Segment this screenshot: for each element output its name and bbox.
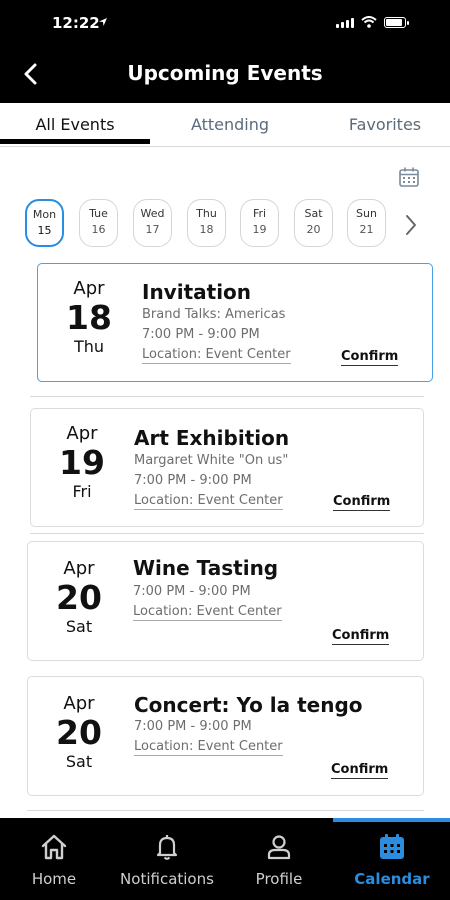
day-name: Sun [356, 207, 377, 220]
tab-attending[interactable]: Attending [150, 103, 310, 147]
day-name: Thu [196, 207, 217, 220]
status-bar: 12:22 [0, 0, 450, 45]
day-number: 18 [199, 223, 214, 236]
confirm-button[interactable]: Confirm [333, 494, 391, 511]
event-time: 7:00 PM - 9:00 PM [142, 327, 260, 342]
event-time: 7:00 PM - 9:00 PM [134, 719, 252, 734]
bell-icon [156, 835, 178, 860]
person-icon [267, 835, 291, 860]
cellular-signal-icon [336, 18, 354, 28]
event-day: 20 [56, 578, 102, 617]
day-name: Sat [304, 207, 323, 220]
status-time: 12:22 [52, 14, 100, 32]
nav-label: Notifications [120, 870, 214, 888]
nav-home[interactable]: Home [14, 818, 94, 900]
nav-label: Profile [255, 870, 303, 888]
event-title: Concert: Yo la tengo [134, 693, 363, 717]
day-number: 21 [359, 223, 374, 236]
calendar-picker-icon[interactable] [398, 166, 420, 188]
day-number: 19 [252, 223, 267, 236]
event-date: Apr 19 Fri [31, 409, 133, 501]
event-card[interactable]: Apr 20 Sat Concert: Yo la tengo 7:00 PM … [27, 676, 424, 796]
active-tab-indicator [0, 139, 150, 144]
event-day: 18 [66, 298, 112, 337]
calendar-icon [380, 834, 404, 859]
confirm-button[interactable]: Confirm [341, 349, 399, 366]
nav-notifications[interactable]: Notifications [112, 818, 222, 900]
day-number: 16 [91, 223, 106, 236]
day-pill-tue[interactable]: Tue 16 [79, 199, 118, 247]
day-number: 20 [306, 223, 321, 236]
event-title: Art Exhibition [134, 426, 290, 450]
event-location: Location: Event Center [134, 739, 283, 756]
day-name: Tue [89, 207, 108, 220]
location-arrow-icon [99, 18, 107, 26]
event-card[interactable]: Apr 19 Fri Art Exhibition Margaret White… [30, 408, 424, 527]
day-pill-sun[interactable]: Sun 21 [347, 199, 386, 247]
day-pill-fri[interactable]: Fri 19 [240, 199, 279, 247]
wifi-icon [361, 16, 377, 28]
tab-favorites[interactable]: Favorites [315, 103, 450, 147]
divider [27, 810, 424, 811]
day-pill-mon[interactable]: Mon 15 [25, 199, 64, 247]
home-icon [41, 834, 67, 860]
day-number: 17 [145, 223, 160, 236]
event-day: 19 [59, 443, 105, 482]
page-title: Upcoming Events [127, 61, 323, 85]
event-weekday: Thu [73, 337, 105, 356]
divider [30, 396, 424, 397]
event-month: Apr [73, 278, 105, 299]
event-date: Apr 18 Thu [38, 264, 140, 356]
event-month: Apr [66, 423, 98, 444]
day-pill-wed[interactable]: Wed 17 [133, 199, 172, 247]
bottom-nav: Home Notifications Profile Calendar [0, 818, 450, 900]
event-weekday: Sat [65, 752, 93, 771]
event-time: 7:00 PM - 9:00 PM [134, 473, 252, 488]
event-location: Location: Event Center [134, 493, 283, 510]
event-title: Wine Tasting [133, 556, 279, 580]
event-day: 20 [56, 713, 102, 752]
event-weekday: Sat [65, 617, 93, 636]
app-header: Upcoming Events [0, 45, 450, 103]
day-pill-thu[interactable]: Thu 18 [187, 199, 226, 247]
event-subtitle: Margaret White "On us" [134, 453, 289, 468]
event-location: Location: Event Center [142, 347, 291, 364]
divider [30, 533, 424, 534]
chevron-right-icon[interactable] [401, 212, 421, 238]
event-card[interactable]: Apr 18 Thu Invitation Brand Talks: Ameri… [37, 263, 433, 382]
event-month: Apr [63, 693, 95, 714]
day-name: Mon [32, 208, 57, 221]
event-card[interactable]: Apr 20 Sat Wine Tasting 7:00 PM - 9:00 P… [27, 541, 424, 661]
event-location: Location: Event Center [133, 604, 282, 621]
nav-profile[interactable]: Profile [240, 818, 318, 900]
day-number: 15 [37, 224, 52, 237]
event-date: Apr 20 Sat [28, 677, 130, 771]
confirm-button[interactable]: Confirm [331, 762, 389, 779]
event-title: Invitation [142, 280, 252, 304]
confirm-button[interactable]: Confirm [332, 628, 390, 645]
event-weekday: Fri [72, 482, 92, 501]
event-date: Apr 20 Sat [28, 542, 130, 636]
day-pill-sat[interactable]: Sat 20 [294, 199, 333, 247]
nav-label: Home [31, 870, 77, 888]
nav-label: Calendar [354, 870, 430, 888]
day-name: Wed [140, 207, 165, 220]
day-selector: Mon 15 Tue 16 Wed 17 Thu 18 Fri 19 Sat 2… [25, 199, 425, 249]
nav-calendar[interactable]: Calendar [345, 818, 439, 900]
status-icons [336, 16, 409, 28]
day-name: Fri [252, 207, 267, 220]
event-subtitle: Brand Talks: Americas [142, 307, 286, 322]
event-time: 7:00 PM - 9:00 PM [133, 584, 251, 599]
event-month: Apr [63, 558, 95, 579]
battery-icon [384, 17, 409, 28]
